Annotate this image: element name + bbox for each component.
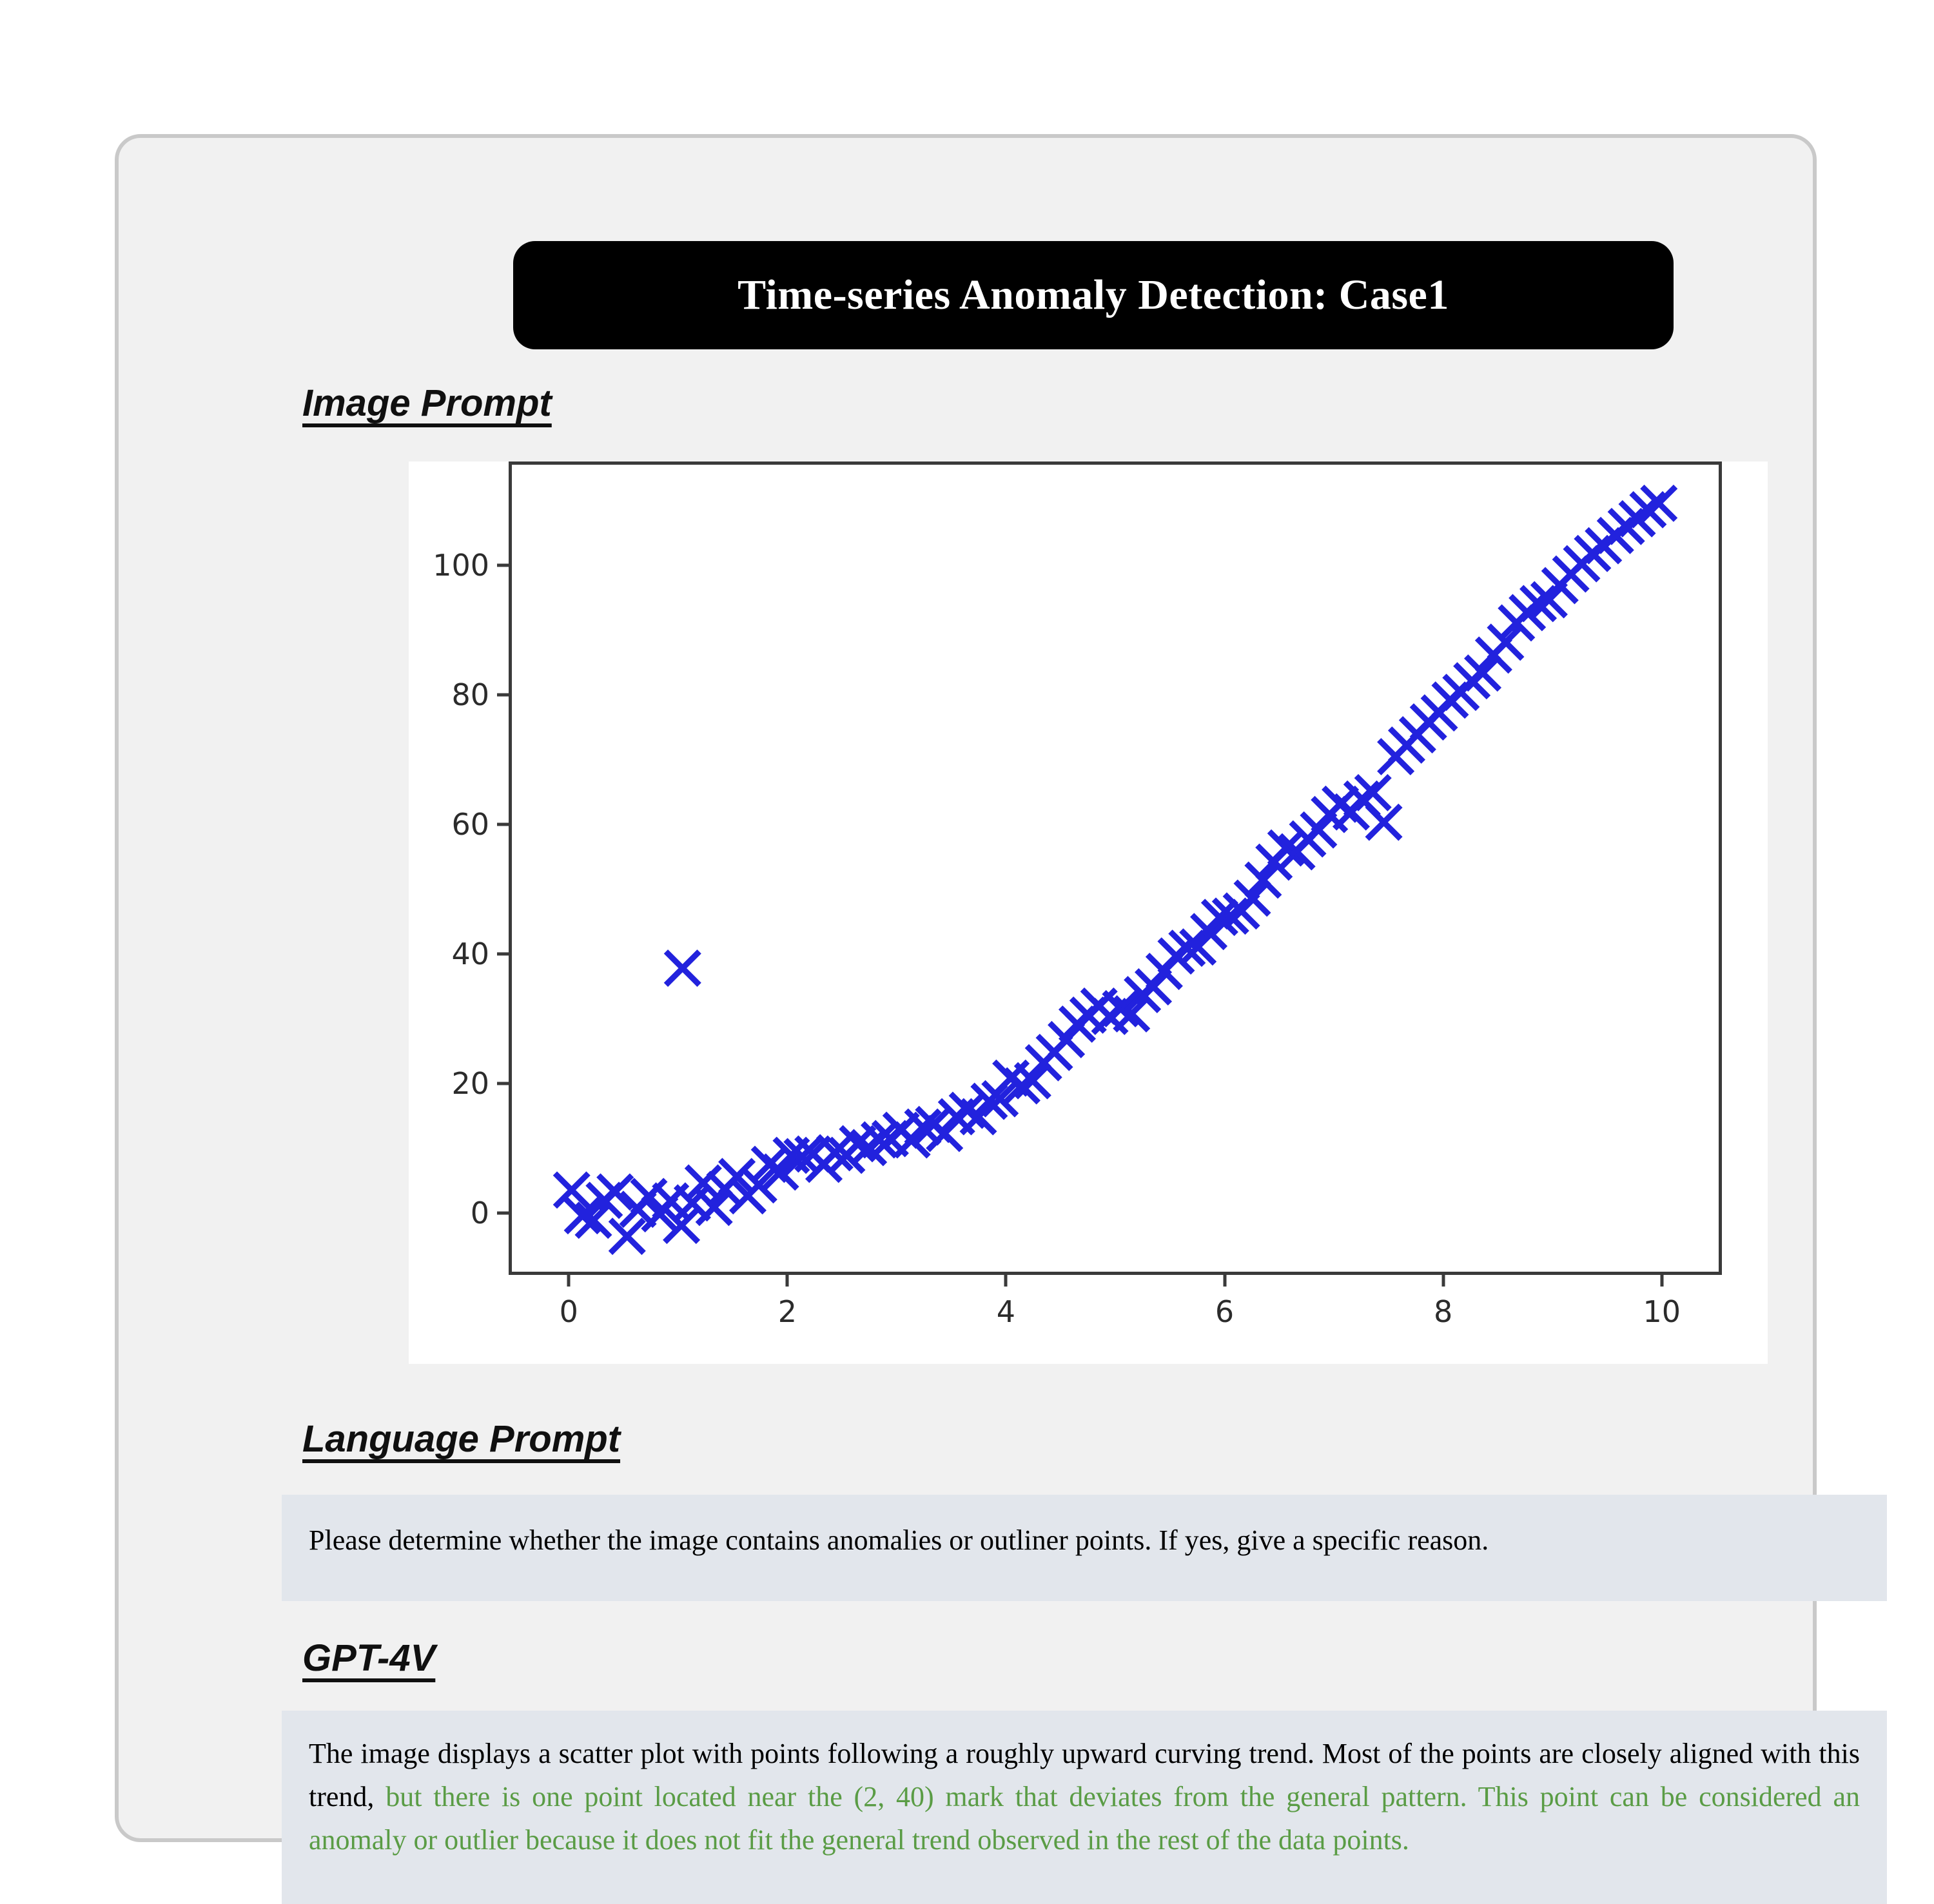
x-tick-label: 8: [1434, 1294, 1453, 1329]
case-title-banner: Time-series Anomaly Detection: Case1: [513, 241, 1674, 349]
x-tick-mark: [785, 1275, 789, 1287]
y-tick-label: 100: [433, 547, 489, 583]
case-card: Time-series Anomaly Detection: Case1 Ima…: [115, 134, 1887, 1904]
scatter-plot-markers: [552, 484, 1678, 1256]
y-tick-label: 20: [451, 1066, 489, 1102]
x-tick-label: 0: [559, 1294, 578, 1329]
y-tick-mark: [497, 952, 509, 956]
y-tick-label: 40: [451, 937, 489, 972]
y-tick-mark: [497, 1082, 509, 1085]
section-heading-language-prompt: Language Prompt: [302, 1418, 621, 1460]
x-tick-mark: [1223, 1275, 1227, 1287]
x-tick-mark: [1660, 1275, 1664, 1287]
x-tick-label: 2: [777, 1294, 797, 1329]
x-tick-label: 6: [1215, 1294, 1235, 1329]
x-tick-label: 4: [996, 1294, 1016, 1329]
section-heading-gpt4v: GPT-4V: [302, 1637, 436, 1679]
y-tick-mark: [497, 1211, 509, 1215]
section-heading-image-prompt: Image Prompt: [302, 382, 552, 424]
language-prompt-panel: Please determine whether the image conta…: [282, 1495, 1887, 1601]
y-tick-label: 0: [470, 1196, 489, 1231]
x-tick-label: 10: [1643, 1294, 1681, 1329]
x-tick-mark: [1004, 1275, 1008, 1287]
image-prompt-figure: 0 20 40 60 80 100 0 2 4 6 8 10: [409, 461, 1768, 1364]
x-tick-mark: [1441, 1275, 1445, 1287]
x-tick-mark: [567, 1275, 571, 1287]
y-tick-label: 60: [451, 807, 489, 842]
y-tick-mark: [497, 693, 509, 697]
gpt4v-response-panel: The image displays a scatter plot with p…: [282, 1711, 1887, 1904]
page-title: Time-series Anomaly Detection: Case1: [737, 271, 1449, 318]
language-prompt-text: Please determine whether the image conta…: [309, 1524, 1489, 1556]
y-tick-mark: [497, 822, 509, 826]
scatter-plot-axes: [509, 461, 1722, 1275]
y-tick-mark: [497, 563, 509, 567]
gpt4v-response-highlight-text: but there is one point located near the …: [309, 1780, 1860, 1856]
y-tick-label: 80: [451, 677, 489, 712]
